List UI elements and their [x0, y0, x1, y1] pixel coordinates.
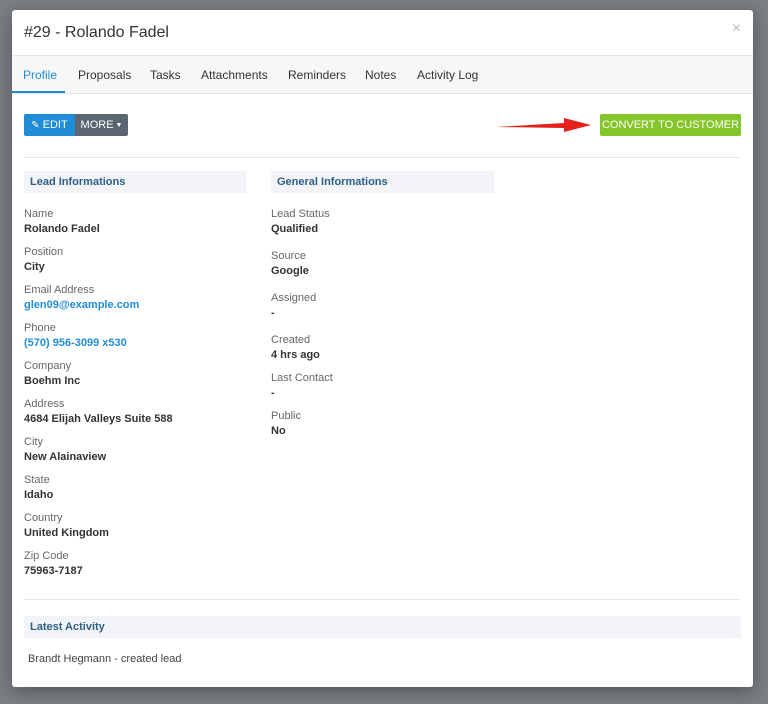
field-value-created: 4 hrs ago	[271, 349, 320, 361]
field-label: Position	[24, 246, 64, 258]
divider	[24, 157, 741, 158]
lead-info-heading: Lead Informations	[24, 171, 246, 193]
tab-reminders[interactable]: Reminders	[288, 68, 346, 82]
field-value-source: Google	[271, 265, 309, 277]
field-label: Public	[271, 410, 301, 422]
field-value-lead-status: Qualified	[271, 223, 319, 235]
field-label: State	[24, 474, 50, 486]
field-label: Zip Code	[24, 550, 69, 562]
tab-attachments[interactable]: Attachments	[201, 68, 268, 82]
divider	[24, 599, 741, 600]
field-value-country: United Kingdom	[24, 527, 109, 539]
chevron-down-icon: ▼	[115, 121, 123, 129]
field-value-name: Rolando Fadel	[24, 223, 100, 235]
tab-notes[interactable]: Notes	[365, 68, 396, 82]
tab-activity-log[interactable]: Activity Log	[417, 68, 478, 82]
edit-label: EDIT	[42, 119, 68, 131]
field-value-public: No	[271, 425, 286, 437]
field-label: Phone	[24, 322, 56, 334]
general-info-heading: General Informations	[271, 171, 494, 193]
field-label: Source	[271, 250, 306, 262]
tab-profile[interactable]: Profile	[23, 68, 57, 82]
field-value-city: New Alainaview	[24, 451, 107, 463]
field-value-company: Boehm Inc	[24, 375, 81, 387]
close-icon[interactable]: ×	[732, 20, 741, 38]
field-label: Name	[24, 208, 54, 220]
red-arrow-icon	[494, 114, 594, 136]
edit-icon: ✎	[31, 119, 40, 131]
tab-proposals[interactable]: Proposals	[78, 68, 131, 82]
field-label: Email Address	[24, 284, 95, 296]
phone-link[interactable]: (570) 956-3099 x530	[24, 337, 127, 349]
field-value-zip: 75963-7187	[24, 565, 83, 577]
field-value-assigned: -	[271, 307, 275, 319]
field-label: Last Contact	[271, 372, 333, 384]
latest-activity-heading: Latest Activity	[24, 616, 741, 638]
field-value-state: Idaho	[24, 489, 54, 501]
lead-modal: #29 - Rolando Fadel × Profile Proposals …	[12, 10, 753, 687]
convert-to-customer-button[interactable]: CONVERT TO CUSTOMER	[600, 114, 741, 136]
edit-button[interactable]: ✎ EDIT	[24, 114, 75, 136]
field-label: Country	[24, 512, 63, 524]
more-button[interactable]: MORE ▼	[75, 114, 128, 136]
field-label: Created	[271, 334, 311, 346]
field-value-last-contact: -	[271, 387, 275, 399]
tab-bar: Profile Proposals Tasks Attachments Remi…	[12, 56, 753, 94]
email-link[interactable]: glen09@example.com	[24, 299, 139, 311]
field-value-position: City	[24, 261, 45, 273]
field-label: Assigned	[271, 292, 317, 304]
field-label: Address	[24, 398, 65, 410]
field-label: Lead Status	[271, 208, 330, 220]
active-tab-indicator	[12, 91, 65, 93]
activity-entry: Brandt Hegmann - created lead	[28, 653, 182, 665]
field-label: City	[24, 436, 43, 448]
more-label: MORE	[80, 119, 114, 131]
modal-header: #29 - Rolando Fadel ×	[12, 10, 753, 56]
modal-title: #29 - Rolando Fadel	[24, 24, 169, 41]
tab-tasks[interactable]: Tasks	[150, 68, 181, 82]
field-value-address: 4684 Elijah Valleys Suite 588	[24, 413, 173, 425]
field-label: Company	[24, 360, 72, 372]
